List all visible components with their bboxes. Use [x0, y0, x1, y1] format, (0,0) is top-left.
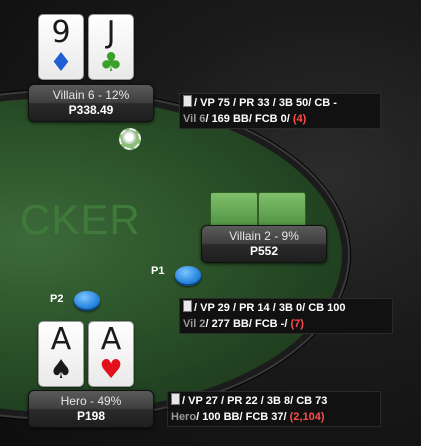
hud-pr: PR 22: [227, 395, 258, 407]
hud-bb: 100 BB: [202, 411, 240, 423]
p1-label: P1: [151, 265, 165, 277]
hud-cb: CB 73: [296, 395, 328, 407]
villain6-card-2: J ♣: [88, 14, 134, 80]
poker-table-screen: CKER 9 ♦ J ♣ Villain 6 - 12% P338.49 / V…: [0, 0, 421, 446]
card-rank: A: [100, 322, 122, 357]
hud-vp: VP 29: [200, 302, 230, 314]
villain6-hud[interactable]: / VP 75 / PR 33 / 3B 50/ CB - Vil 6/ 169…: [179, 93, 381, 129]
villain2-stack: P552: [249, 244, 279, 258]
hud-line-2: Hero/ 100 BB/ FCB 37/ (2,104): [171, 411, 325, 423]
hud-bb: 277 BB: [211, 318, 249, 330]
dealer-button-icon: [119, 128, 141, 150]
p2-label: P2: [50, 293, 64, 305]
card-rank: J: [106, 15, 116, 50]
hero-name: Hero - 49%: [60, 394, 122, 408]
hud-line-1: / VP 75 / PR 33 / 3B 50/ CB -: [183, 95, 377, 111]
hud-player: Hero: [171, 411, 197, 423]
club-suit-icon: ♣: [99, 48, 123, 78]
table-brand-text: CKER: [20, 196, 141, 243]
notes-icon[interactable]: [183, 95, 192, 107]
villain2-name: Villain 2 - 9%: [229, 229, 299, 243]
hud-line-1: / VP 27 / PR 22 / 3B 8/ CB 73: [171, 393, 377, 409]
p1-chip-icon: [175, 266, 201, 284]
villain2-seat-plate[interactable]: Villain 2 - 9% P552: [201, 225, 327, 263]
hud-vp: VP 75: [200, 97, 230, 109]
hero-stack: P198: [76, 409, 106, 423]
hud-pr: PR 14: [239, 302, 270, 314]
villain6-card-1: 9 ♦: [38, 14, 84, 80]
villain6-stack: P338.49: [68, 103, 114, 117]
villain2-hud[interactable]: / VP 29 / PR 14 / 3B 0/ CB 100 Vil 2/ 27…: [179, 298, 393, 334]
diamond-suit-icon: ♦: [49, 48, 73, 78]
hud-fcb: FCB -: [254, 318, 285, 330]
hud-line-1: / VP 29 / PR 14 / 3B 0/ CB 100: [183, 300, 389, 316]
spade-suit-icon: ♠: [49, 355, 73, 385]
hud-fcb: FCB 37: [245, 411, 284, 423]
hud-player: Vil 6: [183, 113, 206, 125]
notes-icon[interactable]: [171, 393, 180, 405]
hud-cb: CB 100: [308, 302, 346, 314]
notes-icon[interactable]: [183, 300, 192, 312]
hud-vp: VP 27: [188, 395, 218, 407]
hud-fcb: FCB 0: [254, 113, 287, 125]
hero-card-1: A ♠: [38, 321, 84, 387]
hud-hands: (7): [290, 318, 304, 330]
hud-3b: 3B 0: [278, 302, 303, 314]
villain6-name: Villain 6 - 12%: [52, 88, 130, 102]
hud-line-2: Vil 2/ 277 BB/ FCB -/ (7): [183, 318, 304, 330]
hud-hands: (4): [292, 113, 307, 125]
card-rank: 9: [51, 15, 71, 50]
hud-line-2: Vil 6/ 169 BB/ FCB 0/ (4): [183, 113, 307, 125]
hud-player: Vil 2: [183, 318, 206, 330]
p2-chip-icon: [74, 291, 100, 309]
hero-hud[interactable]: / VP 27 / PR 22 / 3B 8/ CB 73 Hero/ 100 …: [167, 391, 381, 427]
card-rank: A: [50, 322, 72, 357]
hud-3b: 3B 8: [266, 395, 291, 407]
hud-cb: CB -: [314, 97, 337, 109]
hud-bb: 169 BB: [211, 113, 249, 125]
hero-seat-plate[interactable]: Hero - 49% P198: [28, 390, 154, 428]
hud-3b: 3B 50: [278, 97, 309, 109]
hud-hands: (2,104): [289, 411, 325, 423]
hero-card-2: A ♥: [88, 321, 134, 387]
villain6-seat-plate[interactable]: Villain 6 - 12% P338.49: [28, 84, 154, 122]
heart-suit-icon: ♥: [99, 355, 123, 385]
hud-pr: PR 33: [239, 97, 270, 109]
